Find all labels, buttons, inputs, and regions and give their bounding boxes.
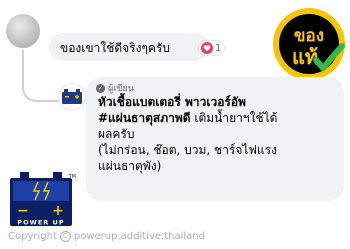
battery-icon — [62, 89, 82, 104]
brand-trademark: TM — [68, 174, 76, 180]
author-check-icon: ✓ — [96, 83, 105, 93]
copyright-label: Copyright — [8, 231, 57, 242]
reply-line2: เติมน้ำยาฯใช้ได้ — [190, 111, 278, 125]
brand-minus: − — [17, 203, 29, 219]
heart-icon — [201, 42, 213, 54]
reply-title[interactable]: หัวเชื้อแบตเตอรี่ พาวเวอร์อัพ — [98, 94, 342, 110]
page-avatar[interactable] — [58, 83, 86, 111]
copyright-footer: Copyright C powerup.additive.thailand — [8, 231, 205, 242]
reply-line4: (ไม่กร่อน, ช๊อต, บวม, ชาร์จไฟแรง — [98, 143, 277, 157]
copyright-icon: C — [59, 231, 71, 242]
reply-hashtag[interactable]: #แผ่นธาตุสภาพดี — [98, 111, 191, 125]
author-tag-label: ผู้เขียน — [108, 84, 134, 94]
reply-line5: แผ่นธาตุพัง) — [98, 159, 162, 173]
brand-logo-text: POWER UP — [17, 219, 64, 227]
commenter-avatar[interactable] — [6, 14, 40, 48]
copyright-handle: powerup.additive.thailand — [73, 231, 205, 242]
reaction-count: 1 — [215, 42, 222, 54]
badge-line2: แท้ — [292, 45, 318, 69]
comment-text: ของเขาใช้ดีจริงๆครับ — [60, 41, 170, 55]
powerup-brand-logo: − + POWER UP TM — [10, 172, 76, 227]
author-tag: ✓ ผู้เขียน — [96, 81, 134, 95]
reply-text: หัวเชื้อแบตเตอรี่ พาวเวอร์อัพ #แผ่นธาตุส… — [98, 94, 342, 174]
brand-plus: + — [52, 203, 64, 219]
genuine-badge-logo: ของ แท้ — [273, 8, 345, 80]
reaction-summary[interactable]: 1 — [199, 41, 225, 55]
reply-line3: ผลครับ — [98, 127, 135, 141]
badge-line1: ของ — [294, 26, 324, 46]
